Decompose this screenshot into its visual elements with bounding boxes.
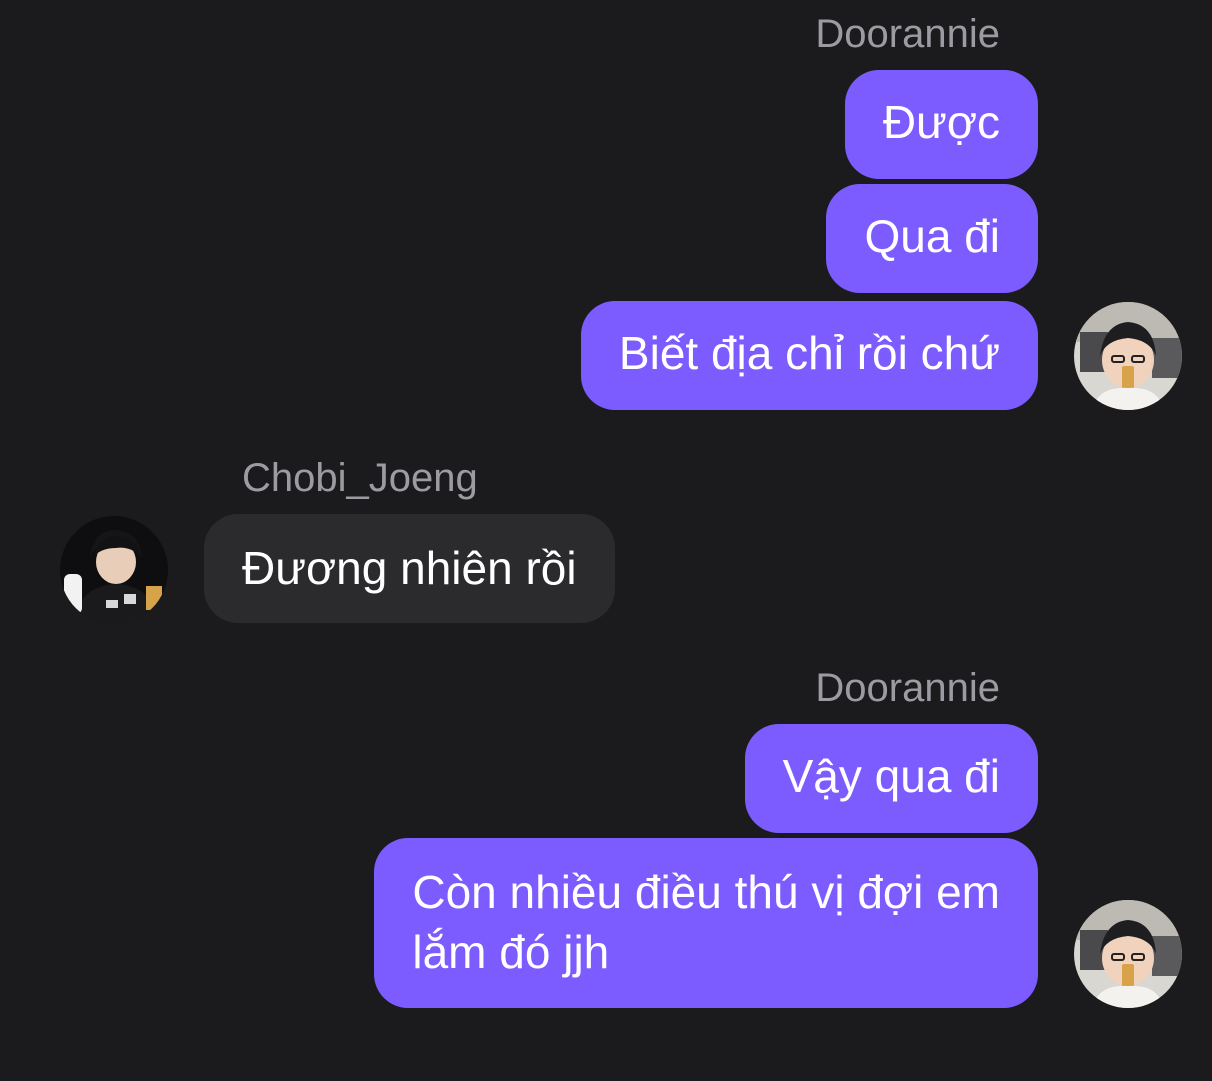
message-text: Đương nhiên rồi (242, 542, 577, 594)
sender-name-doorannie: Doorannie (815, 12, 1000, 56)
avatar-doorannie[interactable] (1074, 302, 1182, 410)
message-text-line-1: Còn nhiều điều thú vị đợi em (412, 866, 1000, 918)
message-text: Được (882, 96, 1000, 148)
message-bubble-outgoing[interactable]: Vậy qua đi (744, 724, 1038, 833)
message-text: Vậy qua đi (782, 750, 1000, 802)
message-bubble-incoming[interactable]: Đương nhiên rồi (204, 514, 615, 623)
message-bubble-outgoing[interactable]: Biết địa chỉ rồi chứ (580, 301, 1038, 410)
message-bubble-outgoing[interactable]: Qua đi (826, 184, 1038, 293)
avatar-photo-chobi-joeng (60, 516, 168, 624)
message-bubble-outgoing[interactable]: Được (844, 70, 1038, 179)
message-text: Biết địa chỉ rồi chứ (618, 327, 1000, 379)
message-bubble-outgoing[interactable]: Còn nhiều điều thú vị đợi em lắm đó jjh (374, 838, 1038, 1008)
chat-thread: Doorannie Được Qua đi Biết địa chỉ rồi c… (0, 0, 1212, 1081)
avatar-doorannie[interactable] (1074, 900, 1182, 1008)
message-text: Qua đi (864, 210, 1000, 262)
avatar-photo-doorannie (1074, 302, 1182, 410)
sender-name-doorannie: Doorannie (815, 666, 1000, 710)
avatar-photo-doorannie (1074, 900, 1182, 1008)
avatar-chobi-joeng[interactable] (60, 516, 168, 624)
message-text-line-2: lắm đó jjh (412, 926, 610, 978)
sender-name-chobi-joeng: Chobi_Joeng (242, 456, 478, 500)
